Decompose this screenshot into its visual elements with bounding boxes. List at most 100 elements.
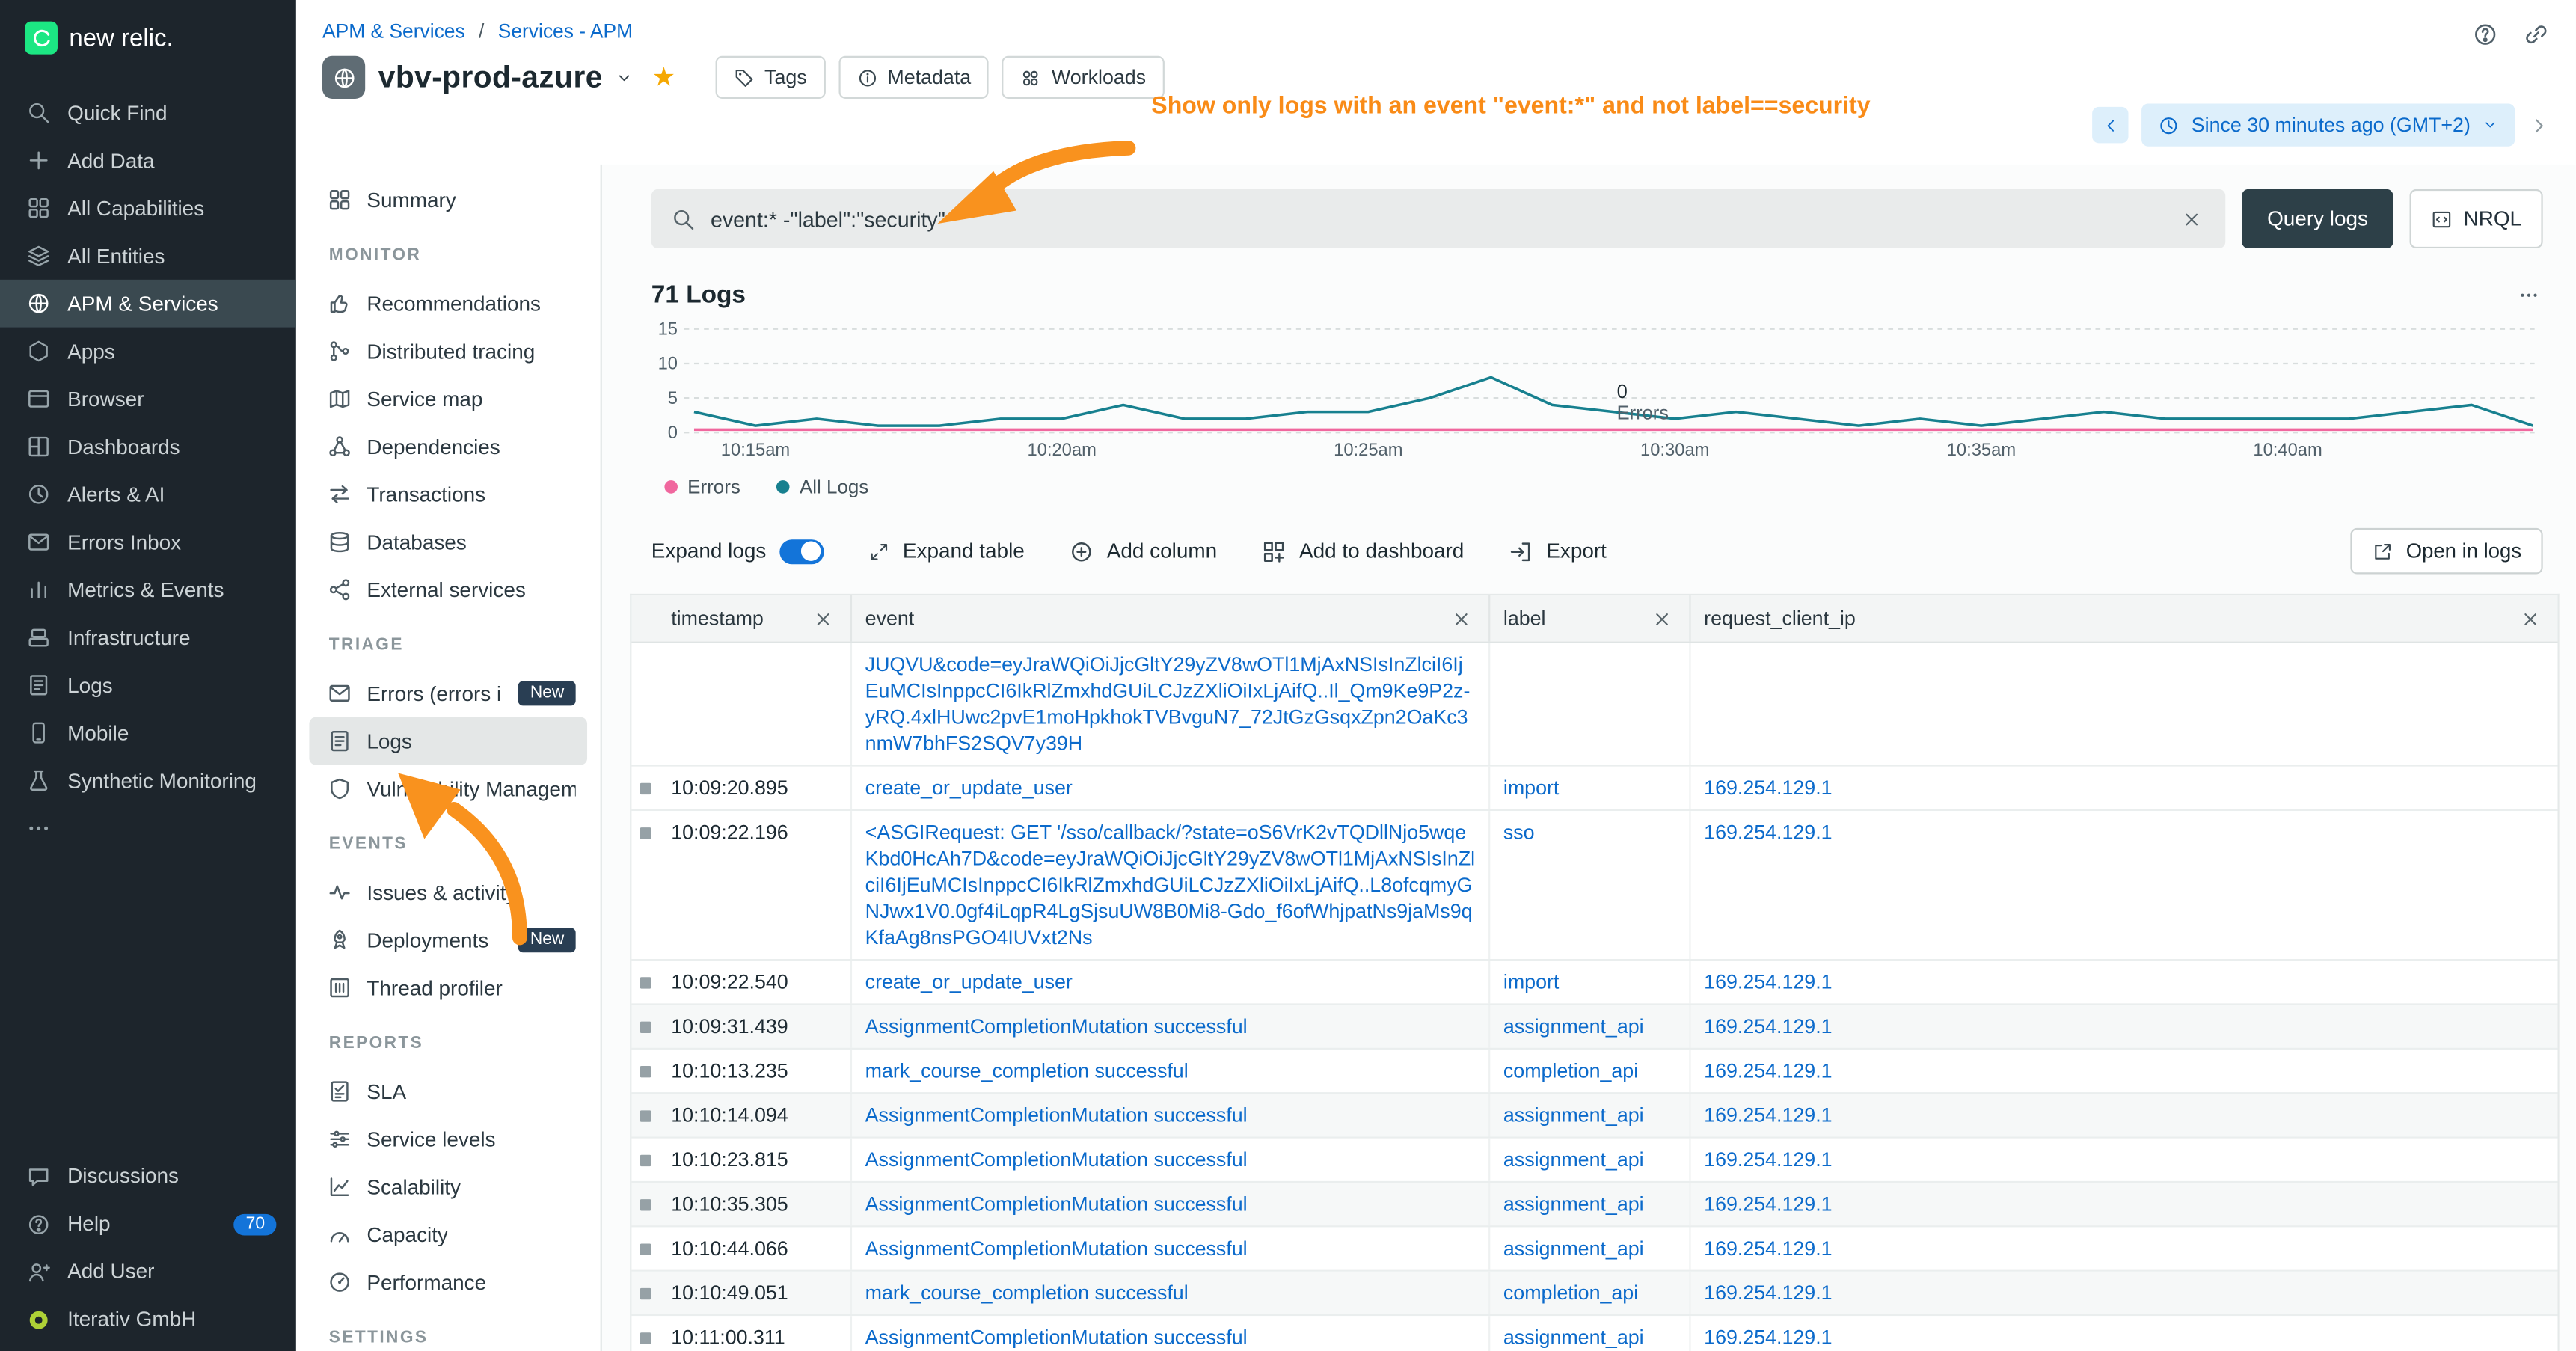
subnav-item-performance[interactable]: Performance <box>309 1258 587 1306</box>
log-label-link[interactable]: assignment_api <box>1503 1326 1644 1349</box>
sidebar-item-alerts-ai[interactable]: Alerts & AI <box>0 471 296 518</box>
subnav-item-errors-errors-inb[interactable]: Errors (errors inb...New <box>309 670 587 717</box>
sidebar-item-metrics-events[interactable]: Metrics & Events <box>0 566 296 613</box>
time-picker-button[interactable]: Since 30 minutes ago (GMT+2) <box>2142 104 2515 147</box>
expand-logs-control[interactable]: Expand logs <box>651 539 824 563</box>
collapse-panel-button[interactable] <box>2528 114 2550 136</box>
log-event-link[interactable]: <ASGIRequest: GET '/sso/callback/?state=… <box>865 821 1475 949</box>
column-header-label[interactable]: label <box>1490 595 1690 642</box>
log-label-link[interactable]: completion_api <box>1503 1281 1638 1305</box>
sidebar-item-apps[interactable]: Apps <box>0 328 296 376</box>
expand-table-button[interactable]: Expand table <box>868 539 1025 563</box>
sidebar-item-infrastructure[interactable]: Infrastructure <box>0 613 296 661</box>
log-label-link[interactable]: assignment_api <box>1503 1237 1644 1260</box>
subnav-item-scalability[interactable]: Scalability <box>309 1163 587 1211</box>
tags-button[interactable]: Tags <box>715 56 825 99</box>
expand-logs-toggle[interactable] <box>779 539 824 563</box>
legend-errors[interactable]: Errors <box>664 476 740 499</box>
favorite-star-icon[interactable]: ★ <box>652 61 676 94</box>
subnav-item-distributed-tracing[interactable]: Distributed tracing <box>309 328 587 376</box>
log-label-link[interactable]: completion_api <box>1503 1059 1638 1082</box>
breadcrumb-link-services-apm[interactable]: Services - APM <box>498 19 633 43</box>
subnav-item-capacity[interactable]: Capacity <box>309 1210 587 1258</box>
log-ip-link[interactable]: 169.254.129.1 <box>1704 1237 1832 1260</box>
log-ip-link[interactable]: 169.254.129.1 <box>1704 970 1832 993</box>
log-label-link[interactable]: sso <box>1503 821 1535 844</box>
log-event-link[interactable]: AssignmentCompletionMutation successful <box>865 1192 1248 1216</box>
subnav-item-sla[interactable]: SLA <box>309 1067 587 1115</box>
remove-column-button[interactable] <box>1447 604 1475 632</box>
log-row[interactable]: JUQVU&code=eyJraWQiOiJjcGltY29yZV8wOTl1M… <box>631 643 2557 767</box>
log-event-link[interactable]: AssignmentCompletionMutation successful <box>865 1015 1248 1038</box>
subnav-item-service-map[interactable]: Service map <box>309 375 587 423</box>
legend-all-logs[interactable]: All Logs <box>776 476 868 499</box>
log-row[interactable]: 10:10:49.051mark_course_completion succe… <box>631 1272 2557 1316</box>
log-label-link[interactable]: import <box>1503 970 1559 993</box>
log-ip-link[interactable]: 169.254.129.1 <box>1704 1281 1832 1305</box>
query-logs-button[interactable]: Query logs <box>2242 189 2393 248</box>
subnav-item-transactions[interactable]: Transactions <box>309 471 587 518</box>
remove-column-button[interactable] <box>2516 604 2544 632</box>
log-event-link[interactable]: JUQVU&code=eyJraWQiOiJjcGltY29yZV8wOTl1M… <box>865 653 1471 755</box>
add-column-button[interactable]: Add column <box>1069 539 1217 563</box>
log-ip-link[interactable]: 169.254.129.1 <box>1704 1192 1832 1216</box>
log-event-link[interactable]: create_or_update_user <box>865 776 1073 800</box>
log-event-link[interactable]: AssignmentCompletionMutation successful <box>865 1104 1248 1127</box>
log-ip-link[interactable]: 169.254.129.1 <box>1704 776 1832 800</box>
nrql-button[interactable]: NRQL <box>2409 189 2543 248</box>
subnav-item-databases[interactable]: Databases <box>309 518 587 566</box>
breadcrumb-link-apm-services[interactable]: APM & Services <box>322 19 465 43</box>
new-relic-logo[interactable]: new relic. <box>0 0 296 55</box>
column-header-request-client-ip[interactable]: request_client_ip <box>1691 595 2558 642</box>
sidebar-item-help[interactable]: Help70 <box>0 1200 296 1248</box>
log-row[interactable]: 10:09:31.439AssignmentCompletionMutation… <box>631 1005 2557 1050</box>
metadata-button[interactable]: Metadata <box>838 56 989 99</box>
column-header-timestamp[interactable]: timestamp <box>658 595 852 642</box>
sidebar-item-apm-services[interactable]: APM & Services <box>0 280 296 328</box>
sidebar-item-discussions[interactable]: Discussions <box>0 1152 296 1200</box>
log-label-link[interactable]: assignment_api <box>1503 1104 1644 1127</box>
log-label-link[interactable]: assignment_api <box>1503 1015 1644 1038</box>
subnav-item-recommendations[interactable]: Recommendations <box>309 280 587 328</box>
log-ip-link[interactable]: 169.254.129.1 <box>1704 1104 1832 1127</box>
remove-column-button[interactable] <box>809 604 837 632</box>
sidebar-item-add-user[interactable]: Add User <box>0 1248 296 1296</box>
log-event-link[interactable]: mark_course_completion successful <box>865 1059 1189 1082</box>
sidebar-item-errors-inbox[interactable]: Errors Inbox <box>0 518 296 566</box>
copy-permalink-icon[interactable] <box>2523 22 2549 48</box>
sidebar-item-iterativ-gmbh[interactable]: Iterativ GmbH <box>0 1296 296 1344</box>
column-header-event[interactable]: event <box>852 595 1490 642</box>
open-in-logs-button[interactable]: Open in logs <box>2350 528 2543 575</box>
help-icon[interactable] <box>2472 22 2498 48</box>
log-label-link[interactable]: assignment_api <box>1503 1148 1644 1171</box>
sidebar-item-dashboards[interactable]: Dashboards <box>0 423 296 471</box>
subnav-item-external-services[interactable]: External services <box>309 566 587 613</box>
subnav-item-dependencies[interactable]: Dependencies <box>309 423 587 471</box>
add-to-dashboard-button[interactable]: Add to dashboard <box>1261 539 1464 563</box>
sidebar-item-logs[interactable]: Logs <box>0 661 296 709</box>
log-label-link[interactable]: assignment_api <box>1503 1192 1644 1216</box>
log-row[interactable]: 10:09:22.196<ASGIRequest: GET '/sso/call… <box>631 811 2557 961</box>
entity-switcher-chevron-icon[interactable] <box>616 68 634 86</box>
sidebar-item-more[interactable] <box>0 804 296 852</box>
subnav-item-logs[interactable]: Logs <box>309 717 587 765</box>
log-row[interactable]: 10:10:14.094AssignmentCompletionMutation… <box>631 1094 2557 1138</box>
log-ip-link[interactable]: 169.254.129.1 <box>1704 1059 1832 1082</box>
log-event-link[interactable]: AssignmentCompletionMutation successful <box>865 1148 1248 1171</box>
logs-options-menu-button[interactable] <box>2515 281 2542 309</box>
log-ip-link[interactable]: 169.254.129.1 <box>1704 821 1832 844</box>
subnav-item-thread-profiler[interactable]: Thread profiler <box>309 964 587 1012</box>
sidebar-item-browser[interactable]: Browser <box>0 375 296 423</box>
sidebar-item-mobile[interactable]: Mobile <box>0 709 296 757</box>
clear-query-button[interactable] <box>2178 205 2206 233</box>
log-row[interactable]: 10:09:20.895create_or_update_userimport1… <box>631 767 2557 811</box>
sidebar-item-add-data[interactable]: Add Data <box>0 137 296 185</box>
log-event-link[interactable]: create_or_update_user <box>865 970 1073 993</box>
sidebar-item-quick-find[interactable]: Quick Find <box>0 89 296 137</box>
log-row[interactable]: 10:11:00.311AssignmentCompletionMutation… <box>631 1316 2557 1351</box>
log-label-link[interactable]: import <box>1503 776 1559 800</box>
log-ip-link[interactable]: 169.254.129.1 <box>1704 1326 1832 1349</box>
log-row[interactable]: 10:10:35.305AssignmentCompletionMutation… <box>631 1183 2557 1227</box>
log-query-bar[interactable]: event:* -"label":"security" <box>651 189 2226 248</box>
log-event-link[interactable]: AssignmentCompletionMutation successful <box>865 1326 1248 1349</box>
